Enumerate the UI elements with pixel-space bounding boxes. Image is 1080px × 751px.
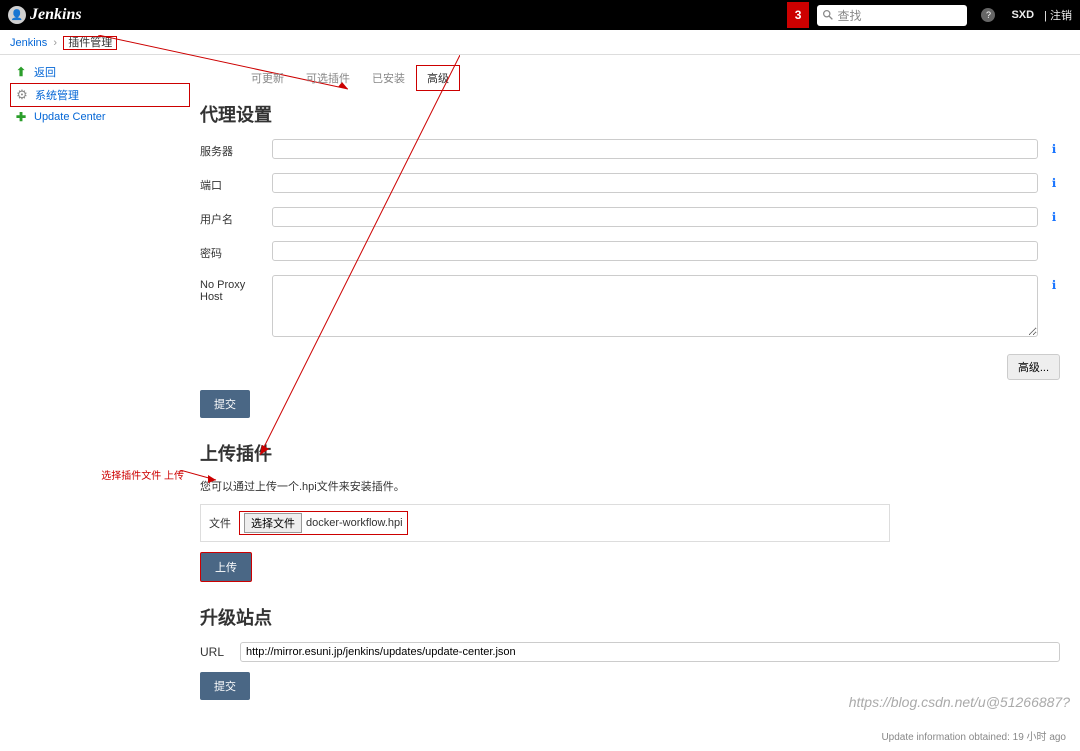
- search-icon: [823, 10, 833, 20]
- tab-updates[interactable]: 可更新: [240, 65, 295, 91]
- url-label: URL: [200, 645, 230, 659]
- search-input[interactable]: 查找: [817, 5, 967, 26]
- password-input[interactable]: [272, 241, 1038, 261]
- breadcrumb-root[interactable]: Jenkins: [10, 37, 47, 49]
- tab-installed[interactable]: 已安装: [361, 65, 416, 91]
- watermark: https://blog.csdn.net/u@51266887?: [849, 694, 1070, 710]
- logout-link[interactable]: | 注销: [1044, 7, 1072, 23]
- tab-bar: 可更新 可选插件 已安装 高级: [240, 65, 1060, 91]
- sidebar-back[interactable]: ⬆ 返回: [10, 61, 190, 83]
- gear-icon: ⚙: [15, 88, 29, 102]
- advanced-button[interactable]: 高级...: [1007, 354, 1060, 380]
- password-label: 密码: [200, 241, 262, 261]
- noproxy-help-icon[interactable]: ℹ: [1048, 275, 1060, 292]
- port-input[interactable]: [272, 173, 1038, 193]
- site-submit-button[interactable]: 提交: [200, 672, 250, 700]
- tab-available[interactable]: 可选插件: [295, 65, 361, 91]
- back-arrow-icon: ⬆: [14, 65, 28, 79]
- sidebar-manage[interactable]: ⚙ 系统管理: [10, 83, 190, 107]
- upload-button[interactable]: 上传: [200, 552, 252, 582]
- user-help-icon[interactable]: ℹ: [1048, 207, 1060, 224]
- chosen-filename: docker-workflow.hpi: [306, 517, 403, 529]
- server-label: 服务器: [200, 139, 262, 159]
- breadcrumb: Jenkins › 插件管理: [0, 30, 1080, 55]
- jenkins-head-icon: 👤: [8, 6, 26, 24]
- url-input[interactable]: [240, 642, 1060, 662]
- choose-file-button[interactable]: 选择文件: [244, 513, 302, 533]
- noproxy-textarea[interactable]: [272, 275, 1038, 337]
- tab-advanced[interactable]: 高级: [416, 65, 460, 91]
- jenkins-logo[interactable]: 👤 Jenkins: [8, 6, 82, 24]
- sidebar-update-label: Update Center: [34, 111, 106, 123]
- product-name: Jenkins: [30, 6, 82, 24]
- notification-badge[interactable]: 3: [787, 2, 810, 28]
- port-help-icon[interactable]: ℹ: [1048, 173, 1060, 190]
- user-label: 用户名: [200, 207, 262, 227]
- sidebar-back-label: 返回: [34, 64, 56, 80]
- server-help-icon[interactable]: ℹ: [1048, 139, 1060, 156]
- server-input[interactable]: [272, 139, 1038, 159]
- username-link[interactable]: SXD: [1011, 9, 1034, 21]
- breadcrumb-current: 插件管理: [63, 36, 117, 50]
- file-label: 文件: [209, 515, 231, 531]
- user-input[interactable]: [272, 207, 1038, 227]
- port-label: 端口: [200, 173, 262, 193]
- proxy-heading: 代理设置: [200, 101, 1060, 127]
- help-icon[interactable]: ?: [981, 8, 995, 22]
- sidebar-update-center[interactable]: ✚ Update Center: [10, 107, 190, 127]
- proxy-submit-button[interactable]: 提交: [200, 390, 250, 418]
- search-placeholder: 查找: [837, 7, 861, 24]
- plus-icon: ✚: [14, 110, 28, 124]
- footer-update-info: Update information obtained: 19 小时 ago: [0, 724, 1080, 751]
- upload-heading: 上传插件: [200, 440, 1060, 466]
- annotation-select-upload: 选择插件文件 上传: [10, 467, 190, 482]
- noproxy-label: No Proxy Host: [200, 275, 262, 303]
- sidebar-manage-label: 系统管理: [35, 87, 79, 103]
- upload-hint: 您可以通过上传一个.hpi文件来安装插件。: [200, 478, 1060, 494]
- site-heading: 升级站点: [200, 604, 1060, 630]
